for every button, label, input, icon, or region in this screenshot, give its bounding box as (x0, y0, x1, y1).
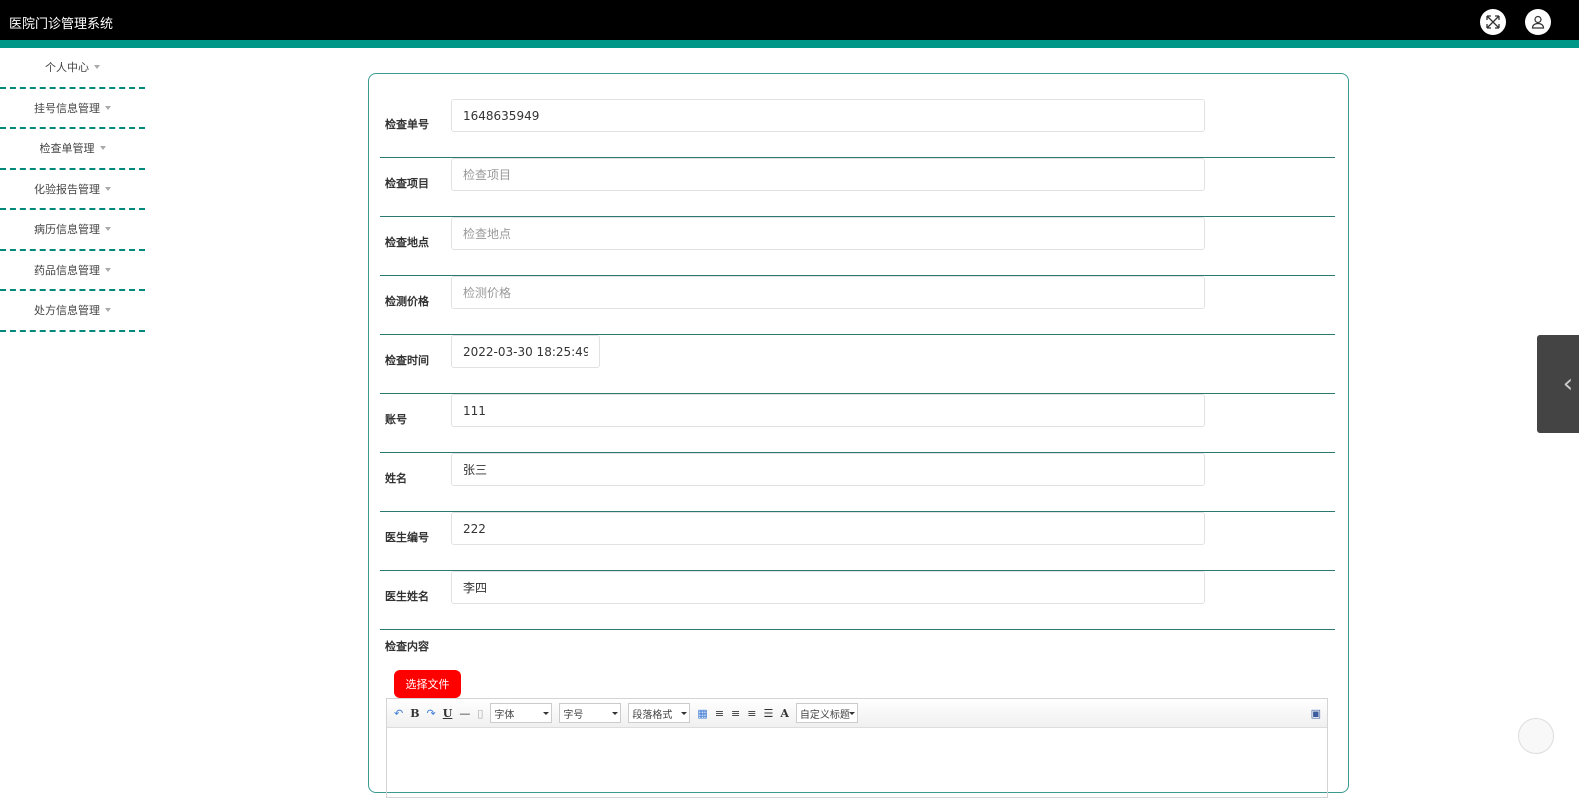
choose-file-button[interactable]: 选择文件 (394, 670, 461, 698)
align-left-icon[interactable]: ≡ (715, 707, 724, 720)
bold-button[interactable]: B (410, 707, 419, 720)
underline-button[interactable]: U (443, 707, 453, 720)
sidebar-item-label: 病历信息管理 (34, 223, 100, 237)
form-row: 医生编号 (380, 512, 1335, 571)
form-row: 检查地点 (380, 217, 1335, 276)
field-label: 姓名 (385, 472, 407, 485)
page-icon[interactable]: ▯ (477, 707, 483, 720)
user-icon (1531, 15, 1545, 29)
field-label: 检查项目 (385, 177, 429, 190)
redo-icon[interactable]: ↷ (427, 707, 436, 720)
user-button[interactable] (1525, 9, 1551, 35)
field-input[interactable] (451, 276, 1205, 309)
app-title: 医院门诊管理系统 (9, 17, 114, 32)
form-row: 账号 (380, 394, 1335, 453)
font-size-select[interactable]: 字号 (559, 703, 622, 723)
form-row: 检查项目 (380, 158, 1335, 217)
field-label: 检查单号 (385, 118, 429, 131)
sidebar-item[interactable]: 挂号信息管理 (0, 89, 145, 129)
field-label: 医生编号 (385, 531, 429, 544)
caret-down-icon (105, 227, 111, 232)
table-icon[interactable]: ▦ (697, 707, 707, 720)
form-row: 检查时间 (380, 335, 1335, 394)
sidebar-item-label: 处方信息管理 (34, 304, 100, 318)
field-input[interactable] (451, 158, 1205, 191)
caret-down-icon (99, 146, 106, 151)
form-row: 检查单号 (380, 99, 1335, 158)
form-row: 检测价格 (380, 276, 1335, 335)
top-bar: 医院门诊管理系统 (0, 0, 1579, 40)
accent-bar (0, 40, 1579, 48)
sidebar-item-label: 挂号信息管理 (34, 101, 100, 115)
font-select[interactable]: 字体 (490, 703, 553, 723)
sidebar-item-label: 化验报告管理 (34, 182, 100, 196)
custom-title-select[interactable]: 自定义标题 (795, 703, 858, 723)
field-input[interactable] (451, 571, 1205, 604)
sidebar-item[interactable]: 病历信息管理 (0, 210, 145, 251)
sidebar-item[interactable]: 个人中心 (0, 48, 145, 89)
rich-text-editor: ↶ B ↷ U — ▯ 字体 字号 段落格式 ▦ ≡ ≡ ≡ ☰ A 自定义标题… (386, 698, 1328, 798)
edit-form: 检查内容 选择文件 ↶ B ↷ U — ▯ 字体 字号 段落格式 ▦ ≡ ≡ ≡… (368, 73, 1349, 798)
undo-icon[interactable]: ↶ (394, 707, 403, 720)
fullscreen-button[interactable] (1480, 9, 1506, 35)
align-center-icon[interactable]: ≡ (747, 707, 756, 720)
sidebar-item[interactable]: 检查单管理 (0, 129, 145, 170)
horizontal-rule-icon[interactable]: — (459, 707, 470, 720)
caret-down-icon (105, 105, 111, 110)
justify-icon[interactable]: ☰ (763, 707, 773, 720)
field-label: 医生姓名 (385, 590, 429, 603)
caret-down-icon (105, 186, 111, 191)
sidebar-item-label: 药品信息管理 (34, 263, 100, 277)
content-label: 检查内容 (385, 640, 429, 653)
floating-button[interactable] (1518, 718, 1554, 754)
font-color-button[interactable]: A (780, 707, 789, 720)
sidebar-item[interactable]: 药品信息管理 (0, 251, 145, 291)
form-row: 医生姓名 (380, 571, 1335, 630)
chevron-left-icon: ‹ (1562, 369, 1574, 399)
side-panel-toggle[interactable]: ‹ (1537, 335, 1579, 433)
sidebar-item-label: 个人中心 (45, 61, 89, 75)
fullscreen-editor-icon[interactable]: ▣ (1311, 707, 1321, 720)
caret-down-icon (94, 65, 100, 70)
field-input[interactable] (451, 512, 1205, 545)
caret-down-icon (105, 308, 111, 313)
paragraph-select[interactable]: 段落格式 (628, 703, 691, 723)
expand-icon (1486, 15, 1500, 29)
caret-down-icon (105, 267, 111, 272)
sidebar-item[interactable]: 化验报告管理 (0, 170, 145, 210)
field-input[interactable] (451, 99, 1205, 132)
sidebar-item[interactable]: 处方信息管理 (0, 291, 145, 332)
sidebar: 个人中心挂号信息管理 检查单管理化验报告管理 病历信息管理 药品信息管理 处方信息管理 (0, 48, 145, 332)
sidebar-item-label: 检查单管理 (39, 142, 95, 156)
field-input[interactable] (451, 335, 600, 368)
align-right-icon[interactable]: ≡ (731, 707, 740, 720)
field-label: 检查地点 (385, 236, 429, 249)
field-input[interactable] (451, 217, 1205, 250)
editor-toolbar: ↶ B ↷ U — ▯ 字体 字号 段落格式 ▦ ≡ ≡ ≡ ☰ A 自定义标题… (387, 699, 1327, 728)
field-label: 检查时间 (385, 354, 429, 367)
field-input[interactable] (451, 453, 1205, 486)
form-row: 姓名 (380, 453, 1335, 512)
field-input[interactable] (451, 394, 1205, 427)
field-label: 检测价格 (385, 295, 429, 308)
field-label: 账号 (385, 413, 407, 426)
